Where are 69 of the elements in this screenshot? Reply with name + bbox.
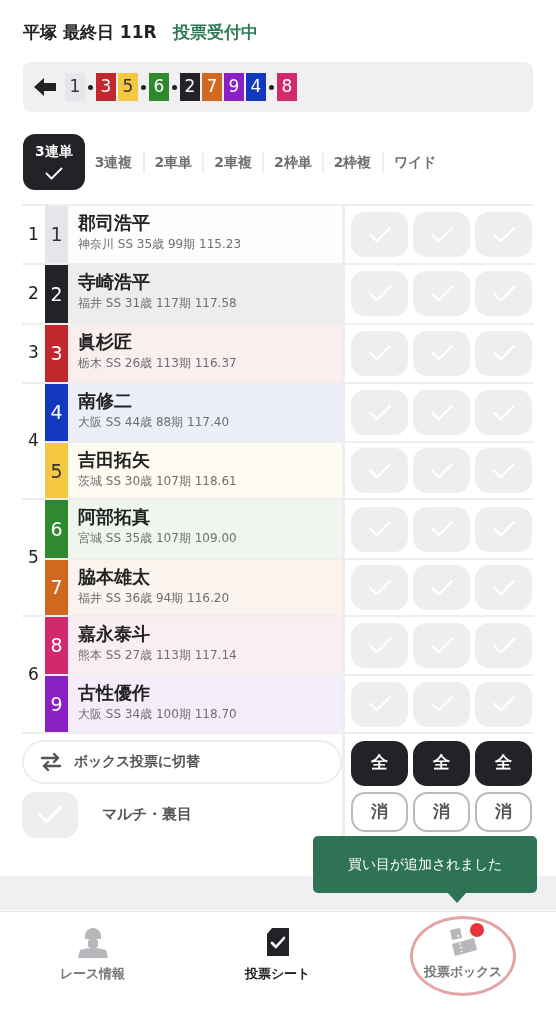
nav-tab[interactable]: レース情報 (0, 912, 186, 1024)
rider-info: 福井 SS 36歳 94期 116.20 (78, 589, 231, 607)
rider-info: 宮城 SS 35歳 107期 109.00 (78, 530, 238, 548)
rider-name: 阿部拓真 (78, 505, 151, 530)
bike-number: 1 (45, 206, 68, 264)
bike-number: 3 (96, 73, 116, 101)
check-icon (43, 165, 64, 181)
frame-number: 3 (27, 341, 40, 365)
bet-type-tab[interactable]: 2車単 (142, 151, 203, 173)
bike-number: 8 (45, 617, 68, 675)
bet-type-tab[interactable]: 2枠単 (262, 151, 322, 173)
frame-number: 2 (27, 282, 40, 306)
rider-name: 古性優作 (78, 681, 151, 706)
select-all-button[interactable]: 全 (413, 740, 470, 786)
rider-name: 吉田拓矢 (78, 448, 151, 473)
rider-info: 茨城 SS 30歳 107期 118.61 (78, 473, 238, 491)
clear-button[interactable]: 消 (413, 791, 470, 832)
bike-number: 7 (202, 73, 222, 101)
select-all-button[interactable]: 全 (475, 740, 532, 786)
race-status: 投票受付中 (172, 21, 258, 44)
frame-number: 6 (27, 662, 40, 686)
checked-sheet-icon (265, 926, 291, 958)
bike-number: 7 (45, 559, 68, 616)
select-all-button[interactable]: 全 (351, 740, 408, 786)
bike-number: 6 (45, 500, 68, 558)
bet-type-tab[interactable]: ワイド (381, 151, 446, 173)
bike-number: 1 (65, 73, 85, 101)
clear-button[interactable]: 消 (351, 791, 408, 832)
bet-type-tab[interactable]: 3連複 (84, 151, 143, 173)
back-arrow-icon[interactable] (33, 77, 57, 97)
rider-info: 福井 SS 31歳 117期 117.58 (78, 295, 238, 313)
rider-name: 眞杉匠 (78, 329, 133, 354)
rider-name: 郡司浩平 (78, 211, 151, 235)
bike-number: 5 (45, 443, 68, 499)
rider-info: 栃木 SS 26歳 113期 116.37 (78, 354, 238, 372)
rider-name: 寺崎浩平 (78, 270, 151, 295)
frame-number: 4 (27, 429, 40, 453)
bike-number: 5 (118, 73, 138, 101)
bike-number: 4 (246, 73, 266, 101)
multi-label: マルチ・裏目 (102, 804, 192, 826)
bike-number: 2 (180, 73, 200, 101)
rider-info: 熊本 SS 27歳 113期 117.14 (78, 647, 238, 665)
toast-pointer-icon (448, 893, 466, 903)
frame-number: 5 (27, 546, 40, 570)
rider-info: 神奈川 SS 35歳 99期 115.23 (78, 236, 243, 253)
nav-tab[interactable]: 投票シート (185, 912, 371, 1024)
bike-number: 9 (45, 676, 68, 732)
rider-icon (75, 926, 110, 958)
bike-number: 8 (277, 73, 297, 101)
swap-icon (40, 751, 62, 772)
bet-type-tab[interactable]: 3連単 (23, 134, 85, 190)
bike-number: 9 (224, 73, 244, 101)
box-switch-button[interactable]: ボックス投票に切替 (22, 739, 342, 784)
rider-info: 大阪 SS 44歳 88期 117.40 (78, 413, 231, 431)
bet-type-tab[interactable]: 2枠複 (321, 151, 382, 173)
bet-type-tab[interactable]: 2車複 (202, 151, 262, 173)
nav-tab[interactable]: 投票ボックス (370, 912, 556, 1024)
bike-number: 4 (45, 383, 68, 442)
race-title: 平塚 最終日 11R (23, 21, 157, 44)
added-toast: 買い目が追加されました (313, 836, 537, 893)
rider-info: 大阪 SS 34歳 100期 118.70 (78, 706, 238, 724)
clear-button[interactable]: 消 (475, 791, 532, 832)
rider-name: 南修二 (78, 388, 133, 413)
bike-number: 6 (149, 73, 169, 101)
rider-name: 嘉永泰斗 (78, 622, 151, 647)
frame-number: 1 (27, 222, 40, 246)
bike-number: 2 (45, 265, 68, 323)
bike-number: 3 (45, 324, 68, 382)
rider-name: 脇本雄太 (78, 564, 151, 589)
